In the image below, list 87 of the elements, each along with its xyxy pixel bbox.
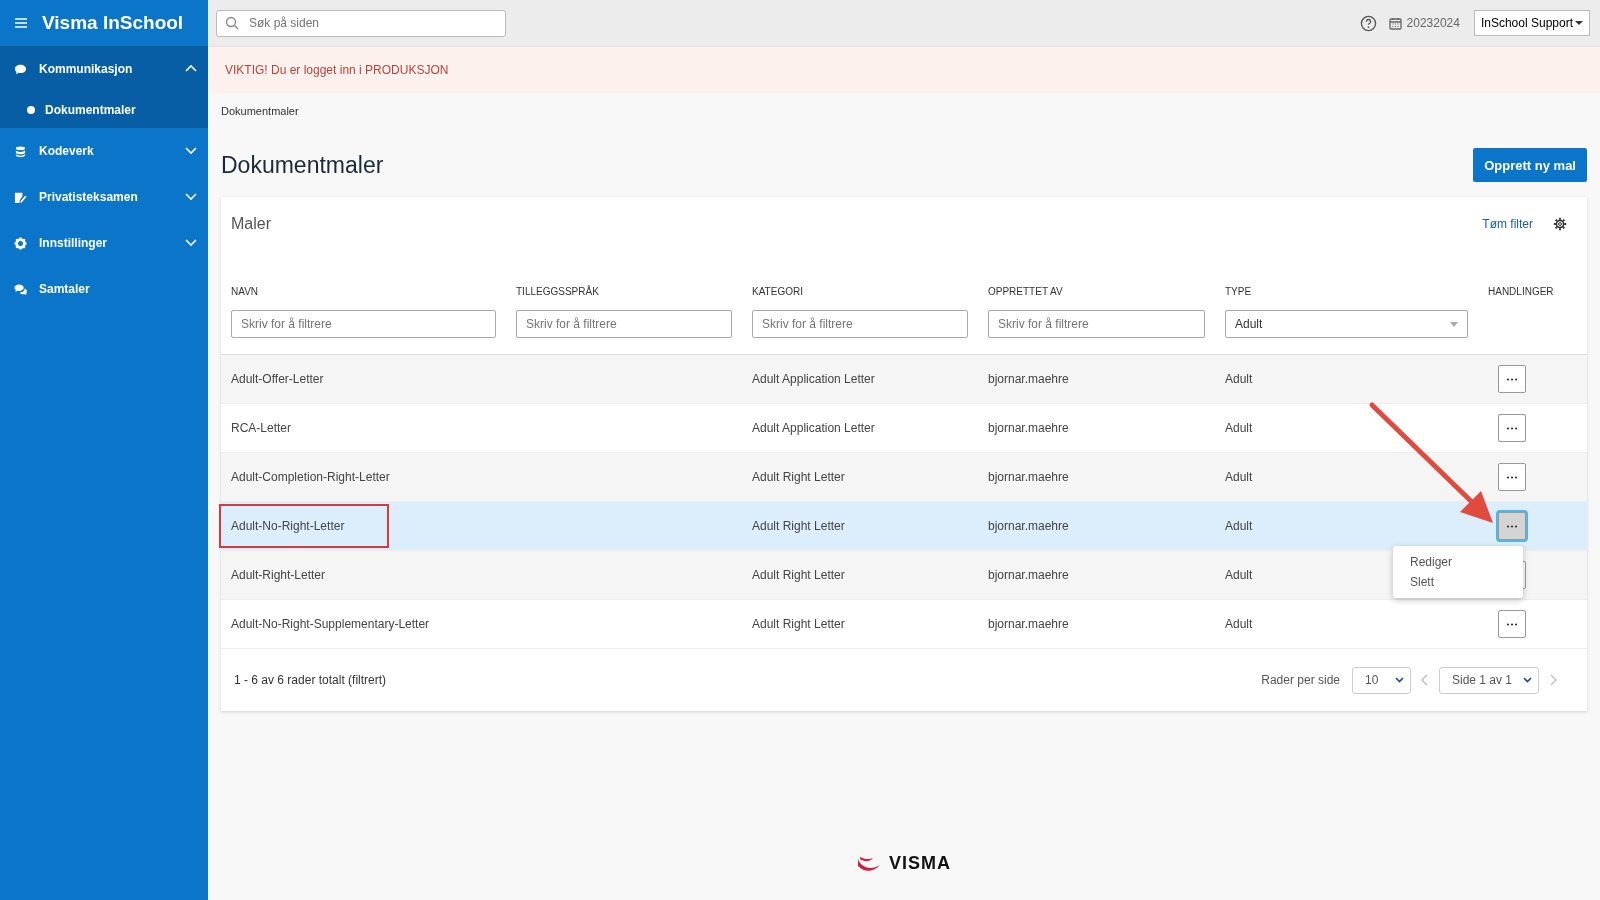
sidebar-item[interactable]: Kommunikasjon xyxy=(0,46,208,92)
table-cell: Adult xyxy=(1225,470,1253,484)
filter-field[interactable]: Skriv for å filtrere xyxy=(516,310,732,338)
rows-per-page-label: Rader per side xyxy=(1261,673,1340,687)
column-header: NAVN xyxy=(231,286,259,297)
table-row[interactable]: Adult-Completion-Right-Letter Adult Right Letter bjornar.maehre Adult xyxy=(221,453,1587,502)
table-cell: bjornar.maehre xyxy=(988,519,1069,533)
help-icon[interactable] xyxy=(1359,14,1377,32)
table-cell: Adult xyxy=(1225,519,1253,533)
table-row[interactable]: Adult-No-Right-Supplementary-Letter Adult Right Letter bjornar.maehre Adult xyxy=(221,600,1587,649)
footer-logo: VISMA xyxy=(889,853,951,874)
more-button[interactable] xyxy=(1498,512,1526,540)
column-header: TYPE xyxy=(1225,286,1252,297)
table-cell: Adult Right Letter xyxy=(752,470,845,484)
chat-bubble-icon xyxy=(14,62,27,76)
table-cell: RCA-Letter xyxy=(231,421,292,435)
settings-icon xyxy=(14,236,27,250)
chevron-icon xyxy=(1523,677,1532,683)
more-button[interactable] xyxy=(1498,414,1526,442)
more-icon xyxy=(1506,622,1518,626)
menu-icon[interactable] xyxy=(14,17,28,29)
card-title: Maler xyxy=(231,215,272,233)
settings-icon[interactable] xyxy=(1553,217,1567,231)
table-cell: Adult Right Letter xyxy=(752,519,845,533)
column-header: KATEGORI xyxy=(752,286,803,297)
column-header: OPPRETTET AV xyxy=(988,286,1063,297)
table-cell: bjornar.maehre xyxy=(988,617,1069,631)
caret-icon xyxy=(1450,321,1458,327)
table-cell: Adult Application Letter xyxy=(752,421,875,435)
menu-item[interactable]: Rediger xyxy=(1393,552,1523,572)
row-count: 1 - 6 av 6 rader totalt (filtrert) xyxy=(234,673,388,687)
table-cell: Adult Application Letter xyxy=(752,372,875,386)
table-cell: Adult-Right-Letter xyxy=(231,568,326,582)
database-icon xyxy=(14,144,27,158)
clear-filter-link[interactable]: Tøm filter xyxy=(1482,217,1533,231)
rows-per-page-select[interactable]: 10 xyxy=(1352,666,1411,694)
table-cell: bjornar.maehre xyxy=(988,421,1069,435)
more-button[interactable] xyxy=(1498,365,1526,393)
filter-field[interactable]: Skriv for å filtrere xyxy=(752,310,968,338)
table-cell: Adult-No-Right-Supplementary-Letter xyxy=(231,617,430,631)
chevron-icon xyxy=(1395,677,1404,683)
table-cell: Adult xyxy=(1225,568,1253,582)
table-cell: Adult-Offer-Letter xyxy=(231,372,324,386)
more-icon xyxy=(1506,377,1518,381)
menu-item[interactable]: Slett xyxy=(1393,572,1523,592)
breadcrumb[interactable]: Dokumentmaler xyxy=(221,105,1587,117)
school-year: 20232024 xyxy=(1406,16,1460,30)
search-icon xyxy=(225,16,239,30)
more-icon xyxy=(1506,475,1518,479)
more-icon xyxy=(1506,426,1518,430)
sidebar-item[interactable]: Innstillinger xyxy=(0,220,208,266)
table-cell: bjornar.maehre xyxy=(988,470,1069,484)
more-button[interactable] xyxy=(1498,610,1526,638)
search-input[interactable]: Søk på siden xyxy=(247,15,497,31)
table-row[interactable]: Adult-Offer-Letter Adult Application Letter bjornar.maehre Adult xyxy=(221,355,1587,404)
filter-field[interactable]: Skriv for å filtrere xyxy=(231,310,496,338)
table-cell: Adult-No-Right-Letter xyxy=(221,506,387,546)
sidebar-item[interactable]: Samtaler xyxy=(0,266,208,312)
table-cell: Adult Right Letter xyxy=(752,617,845,631)
calendar-icon xyxy=(1388,16,1402,30)
column-header: HANDLINGER xyxy=(1488,286,1554,297)
page-title: Dokumentmaler xyxy=(221,151,384,179)
more-icon xyxy=(1506,524,1518,528)
sidebar-item[interactable]: Kodeverk xyxy=(0,128,208,174)
table-cell: bjornar.maehre xyxy=(988,568,1069,582)
more-button[interactable] xyxy=(1498,463,1526,491)
filter-field[interactable]: Skriv for å filtrere xyxy=(988,310,1205,338)
user-dropdown[interactable]: InSchool Support xyxy=(1473,10,1590,36)
table-cell: bjornar.maehre xyxy=(988,372,1069,386)
app-title: Visma InSchool xyxy=(42,12,184,34)
page-select[interactable]: Side 1 av 1 xyxy=(1439,666,1539,694)
edit-document-icon xyxy=(14,190,27,204)
table-cell: Adult xyxy=(1225,372,1253,386)
create-button[interactable]: Opprett ny mal xyxy=(1473,148,1587,182)
chat-bubbles-icon xyxy=(14,282,27,296)
column-header: TILLEGGSSPRÅK xyxy=(516,286,599,297)
sidebar-item[interactable]: Privatisteksamen xyxy=(0,174,208,220)
caret-icon xyxy=(1575,20,1583,26)
table-cell: Adult Right Letter xyxy=(752,568,845,582)
logo-icon xyxy=(857,855,881,872)
warning-message: VIKTIG! Du er logget inn i PRODUKSJON xyxy=(225,63,449,77)
table-cell: Adult-Completion-Right-Letter xyxy=(231,470,390,484)
table-row[interactable]: RCA-Letter Adult Application Letter bjornar.maehre Adult xyxy=(221,404,1587,453)
table-cell: Adult xyxy=(1225,617,1253,631)
type-select[interactable]: Adult xyxy=(1225,310,1468,338)
table-cell: Adult xyxy=(1225,421,1253,435)
search-field[interactable]: Søk på siden xyxy=(216,9,506,37)
